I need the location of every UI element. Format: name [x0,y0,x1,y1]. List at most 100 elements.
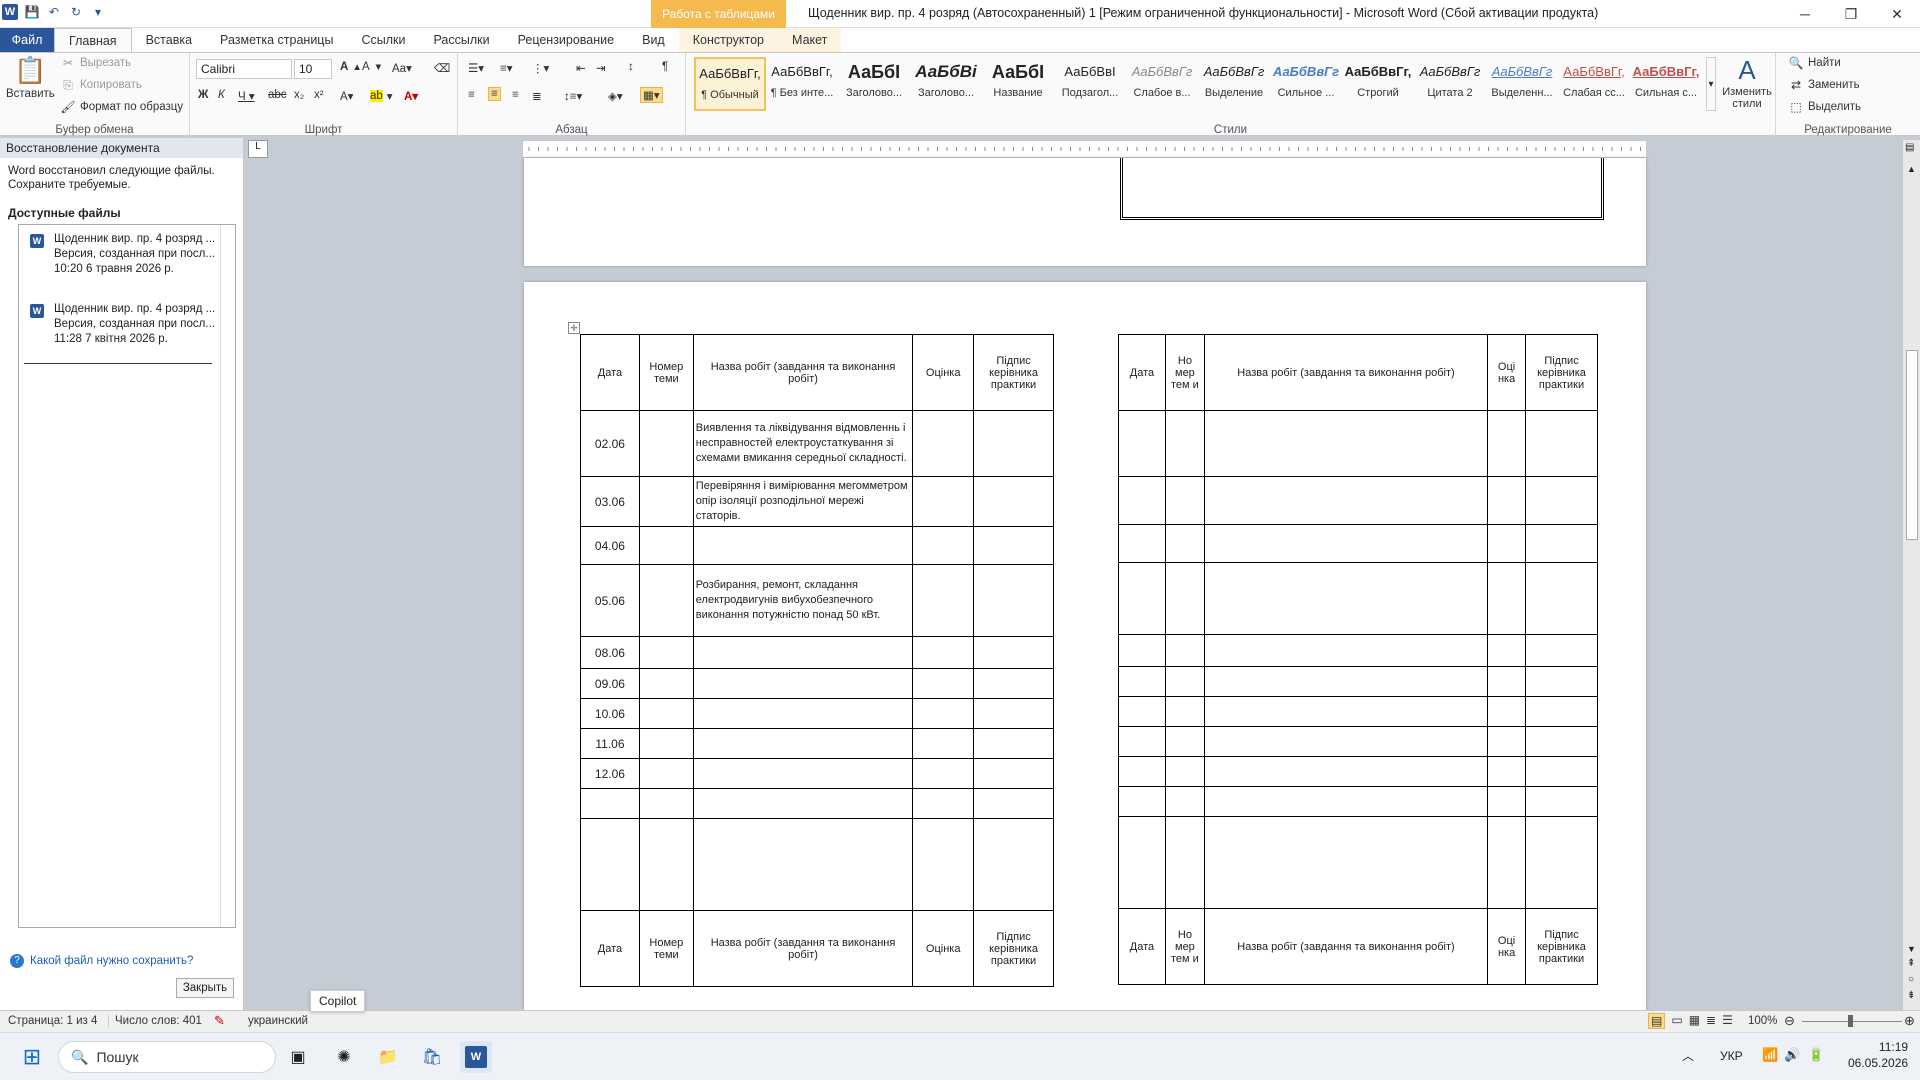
language-indicator[interactable]: украинский [248,1015,308,1027]
tab-review[interactable]: Рецензирование [504,28,629,52]
cell-work[interactable] [692,758,914,789]
grow-font-icon[interactable]: A ▲ [340,61,362,73]
shading-icon[interactable]: ◈▾ [608,89,623,103]
cell-topic[interactable] [638,564,694,637]
copilot-icon[interactable]: ✺ [328,1041,360,1073]
cell-work[interactable] [1203,634,1489,667]
align-left-icon[interactable]: ≡ [468,89,475,101]
clear-formatting-icon[interactable]: ⌫ [434,61,450,75]
horizontal-ruler[interactable] [522,140,1647,158]
zoom-level[interactable]: 100% [1748,1015,1777,1027]
tab-file[interactable]: Файл [0,28,54,52]
word-app-icon[interactable]: W [2,4,18,20]
cell-date[interactable]: 08.06 [580,636,640,669]
cell-grade[interactable] [912,668,975,699]
cell-work[interactable] [692,728,914,759]
cell-topic[interactable] [1164,524,1205,563]
cell-sign[interactable] [973,564,1054,637]
cell-date[interactable] [1118,410,1166,477]
cell-date[interactable] [580,788,640,819]
cell-work[interactable]: Виявлення та ліквідування відмовленнь і … [692,410,914,477]
tab-page-layout[interactable]: Разметка страницы [206,28,347,52]
cell-date[interactable]: 12.06 [580,758,640,789]
tab-view[interactable]: Вид [628,28,679,52]
cell-sign[interactable] [973,636,1054,669]
style-subtle-reference[interactable]: АаБбВвГг, Слабая сс... [1558,57,1630,111]
cell-work[interactable] [692,526,914,565]
show-marks-icon[interactable]: ¶ [662,61,668,73]
copy-button[interactable]: ⎘ Копировать [60,77,142,93]
cell-sign[interactable] [1525,756,1598,787]
style-title[interactable]: АаБбІ Название [982,57,1054,111]
cell-topic[interactable] [638,788,694,819]
cell-date[interactable]: 10.06 [580,698,640,729]
cell-topic[interactable] [1164,786,1205,817]
cell-date[interactable] [1118,696,1166,727]
windows-start-icon[interactable]: ⊞ [16,1041,48,1073]
cell-grade[interactable] [1487,786,1527,817]
zoom-out-icon[interactable]: ⊖ [1784,1013,1795,1029]
recovered-file-1[interactable]: Щоденник вир. пр. 4 розряд ... Версия, с… [54,232,244,277]
cell-work[interactable] [692,698,914,729]
align-right-icon[interactable]: ≡ [512,89,519,101]
cell-sign[interactable] [1525,476,1598,525]
tab-insert[interactable]: Вставка [132,28,206,52]
superscript-icon[interactable]: x² [314,89,324,101]
cell-work[interactable] [692,788,914,819]
cell-grade[interactable] [1487,476,1527,525]
zoom-in-icon[interactable]: ⊕ [1904,1013,1915,1029]
cell-sign[interactable] [1525,410,1598,477]
decrease-indent-icon[interactable]: ⇤ [576,61,586,75]
bullets-icon[interactable]: ☰▾ [468,61,484,75]
cell-grade[interactable] [1487,634,1527,667]
align-center-icon[interactable]: ≡ [488,87,501,101]
page-count[interactable]: Страница: 1 из 4 [8,1015,97,1027]
cell-date[interactable] [1118,634,1166,667]
clock[interactable]: 11:19 06.05.2026 [1848,1039,1908,1071]
cell-grade[interactable] [912,698,975,729]
increase-indent-icon[interactable]: ⇥ [596,61,606,75]
recovery-help-link[interactable]: ? Какой файл нужно сохранить? [10,954,193,968]
cell-grade[interactable] [912,758,975,789]
word-taskbar-icon[interactable]: W [460,1041,492,1073]
change-case-icon[interactable]: Aa▾ [392,61,412,75]
cell-date[interactable]: 02.06 [580,410,640,477]
justify-icon[interactable]: ≣ [532,89,542,103]
cell-sign[interactable] [973,818,1054,911]
style-heading2[interactable]: АаБбВі Заголово... [910,57,982,111]
cell-topic[interactable] [1164,410,1205,477]
wifi-icon[interactable]: 📶 [1762,1047,1778,1063]
highlight-icon[interactable]: ab ▾ [370,89,393,103]
cell-date[interactable]: 09.06 [580,668,640,699]
cell-date[interactable] [1118,562,1166,635]
zoom-slider-thumb[interactable] [1848,1015,1853,1027]
task-view-icon[interactable]: ▣ [282,1041,314,1073]
cell-topic[interactable] [1164,562,1205,635]
cell-topic[interactable] [1164,726,1205,757]
cell-sign[interactable] [973,788,1054,819]
tray-overflow-icon[interactable]: ︿ [1682,1047,1694,1064]
tab-home[interactable]: Главная [54,28,132,52]
cell-work[interactable] [1203,756,1489,787]
style-quote[interactable]: АаБбВвГг Цитата 2 [1414,57,1486,111]
ruler-toggle-icon[interactable]: ▤ [1905,142,1914,153]
browse-object-icon[interactable]: ○ [1908,974,1914,985]
cell-topic[interactable] [638,636,694,669]
cell-topic[interactable] [1164,816,1205,909]
cell-grade[interactable] [912,526,975,565]
cell-sign[interactable] [1525,816,1598,909]
styles-scroll-icon[interactable]: ▾ [1706,57,1716,111]
cell-topic[interactable] [1164,476,1205,525]
paste-button[interactable]: 📋 Вставить [6,55,55,100]
cell-work[interactable] [1203,696,1489,727]
scroll-thumb[interactable] [1906,350,1918,540]
cell-topic[interactable] [638,668,694,699]
select-button[interactable]: ⬚ Выделить [1788,99,1861,115]
borders-icon[interactable]: ▦▾ [640,87,663,103]
proofing-icon[interactable]: ✎ [214,1013,225,1029]
italic-icon[interactable]: К [218,89,225,101]
style-intense-reference[interactable]: АаБбВвГг, Сильная с... [1630,57,1702,111]
cell-sign[interactable] [973,758,1054,789]
style-strong[interactable]: АаБбВвГг, Строгий [1342,57,1414,111]
cell-date[interactable] [1118,476,1166,525]
